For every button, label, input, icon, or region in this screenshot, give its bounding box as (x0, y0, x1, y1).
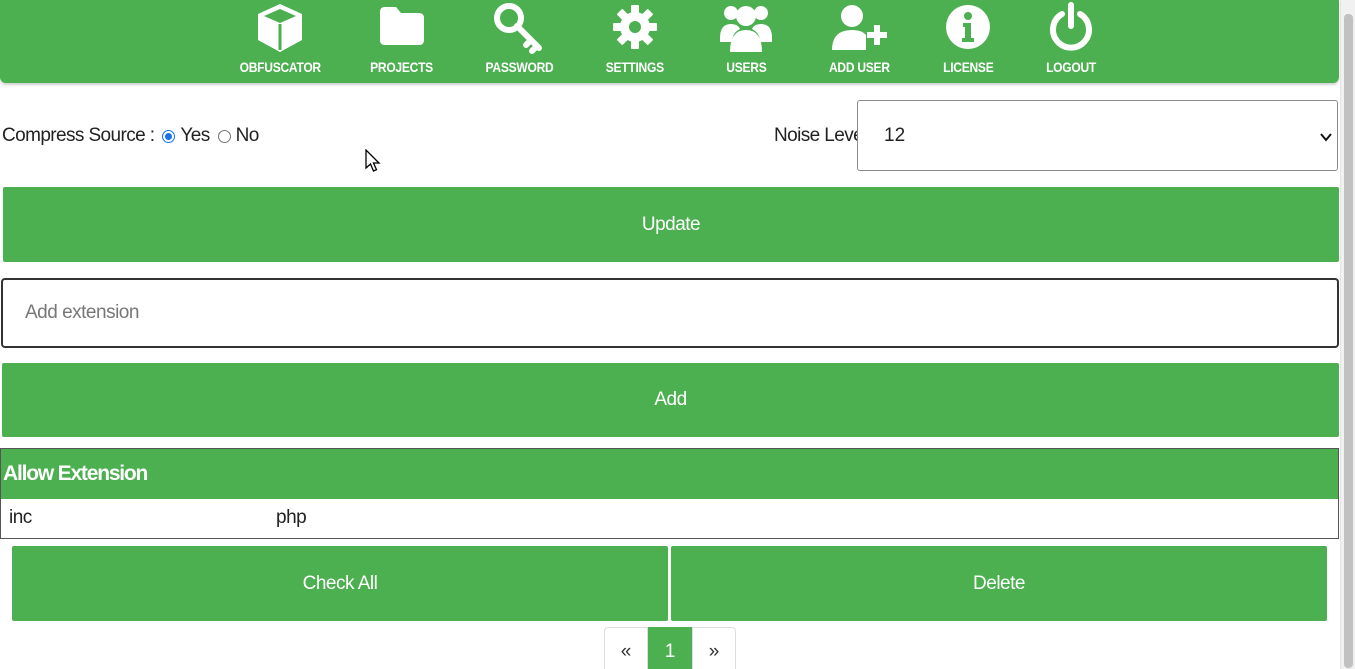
page: OBFUSCATOR PROJECTS PASSWORD SETTINGS US… (0, 0, 1340, 669)
nav-obfuscator[interactable]: OBFUSCATOR (239, 0, 321, 83)
top-navbar: OBFUSCATOR PROJECTS PASSWORD SETTINGS US… (0, 0, 1339, 83)
nav-password[interactable]: PASSWORD (484, 0, 554, 83)
key-icon (493, 0, 545, 54)
nav-label: USERS (725, 59, 767, 75)
nav-label: ADD USER (828, 59, 890, 75)
cube-icon (255, 0, 305, 54)
table-row: inc php (1, 499, 1338, 538)
nav-label: PROJECTS (370, 59, 434, 75)
nav-label: LICENSE (942, 59, 994, 75)
compress-no-label[interactable]: No (236, 125, 260, 147)
nav-label: PASSWORD (485, 59, 553, 75)
user-plus-icon (830, 0, 888, 54)
nav-label: LOGOUT (1046, 59, 1096, 75)
compress-source-label: Compress Source : (2, 125, 155, 146)
extension-table: Allow Extension inc php (0, 448, 1339, 539)
scrollbar-thumb[interactable] (1344, 14, 1353, 668)
nav-users[interactable]: USERS (716, 0, 776, 83)
chevron-down-icon (1319, 128, 1333, 142)
mouse-cursor-icon (365, 148, 381, 173)
gear-icon (610, 0, 660, 52)
nav-label: OBFUSCATOR (239, 59, 321, 75)
compress-no-radio[interactable] (217, 129, 231, 143)
pagination-prev[interactable]: « (604, 627, 648, 669)
extension-item[interactable]: php (276, 507, 307, 529)
nav-add-user[interactable]: ADD USER (828, 0, 890, 83)
pagination: « 1 » (604, 627, 736, 669)
compress-yes-radio[interactable] (162, 129, 176, 143)
noise-level-value: 12 (884, 124, 906, 146)
extension-item[interactable]: inc (9, 507, 32, 529)
nav-settings[interactable]: SETTINGS (603, 0, 667, 83)
vertical-scrollbar[interactable] (1340, 0, 1355, 669)
users-icon (718, 0, 774, 54)
update-button[interactable]: Update (3, 187, 1339, 262)
nav-logout[interactable]: LOGOUT (1044, 0, 1098, 83)
info-icon (944, 0, 992, 52)
add-extension-input[interactable]: Add extension (1, 278, 1339, 348)
compress-source-row: Compress Source : Yes No (2, 120, 259, 152)
compress-yes-label[interactable]: Yes (180, 125, 210, 147)
folder-icon (377, 0, 427, 50)
power-icon (1047, 0, 1095, 52)
nav-projects[interactable]: PROJECTS (370, 0, 434, 83)
table-header: Allow Extension (1, 449, 1338, 499)
noise-level-select[interactable]: 12 (857, 100, 1338, 171)
check-all-button[interactable]: Check All (12, 546, 668, 621)
pagination-next[interactable]: » (692, 627, 736, 669)
nav-label: SETTINGS (605, 59, 665, 75)
nav-license[interactable]: LICENSE (940, 0, 996, 83)
add-button[interactable]: Add (2, 363, 1339, 437)
delete-button[interactable]: Delete (671, 546, 1327, 621)
pagination-page[interactable]: 1 (648, 627, 692, 669)
